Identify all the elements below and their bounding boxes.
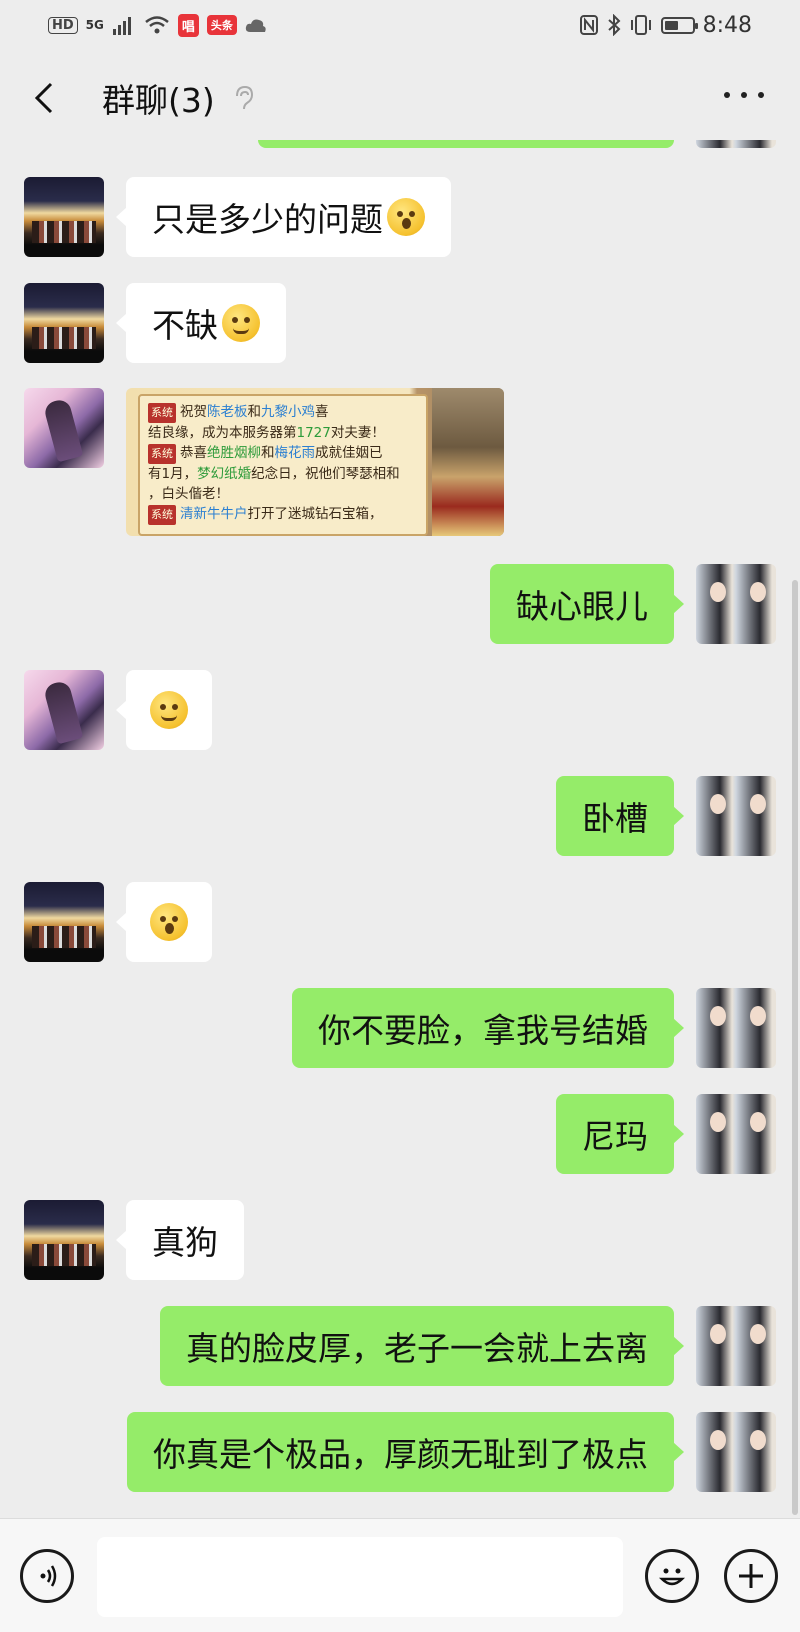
message-bubble[interactable]: 真狗 — [116, 1200, 244, 1280]
avatar[interactable] — [696, 1094, 776, 1174]
title-bar: 群聊(3) — [0, 50, 800, 145]
smirk-face-icon — [150, 691, 188, 729]
chevron-left-icon — [34, 82, 53, 113]
message-bubble[interactable]: 缺心眼儿 — [490, 564, 684, 644]
message-text: 真的脸皮厚，老子一会就上去离 — [186, 1329, 648, 1368]
scrollbar[interactable] — [792, 580, 798, 1515]
input-bar — [0, 1518, 800, 1632]
previous-message-bubble[interactable] — [258, 140, 674, 148]
message-text: 真狗 — [152, 1223, 218, 1262]
bluetooth-icon — [607, 14, 621, 36]
network-type: 5G — [85, 18, 104, 32]
signal-icon — [112, 17, 131, 35]
more-options-button[interactable] — [724, 80, 764, 110]
avatar[interactable] — [696, 776, 776, 856]
cloud-icon — [245, 19, 266, 32]
avatar[interactable] — [24, 670, 104, 750]
vibrate-icon — [630, 15, 651, 35]
message-bubble[interactable]: 尼玛 — [556, 1094, 684, 1174]
message-bubble[interactable] — [116, 882, 212, 962]
avatar[interactable] — [24, 388, 104, 468]
message-text: 卧槽 — [582, 799, 648, 838]
app-notification-icon: 唱 — [177, 13, 199, 37]
avatar[interactable] — [696, 140, 776, 148]
message-bubble[interactable] — [116, 670, 212, 750]
avatar[interactable] — [696, 1412, 776, 1492]
message-bubble[interactable]: 不缺 — [116, 283, 286, 363]
back-button[interactable] — [24, 78, 64, 118]
battery-icon — [660, 16, 698, 34]
nfc-icon — [579, 15, 598, 35]
more-actions-button[interactable] — [724, 1549, 778, 1603]
message-bubble[interactable]: 只是多少的问题 — [116, 177, 451, 257]
shocked-face-icon — [150, 903, 188, 941]
news-app-icon: 头条 — [206, 15, 237, 35]
message-text: 你不要脸，拿我号结婚 — [318, 1011, 648, 1050]
smile-face-icon — [222, 304, 260, 342]
message-text: 不缺 — [152, 306, 218, 345]
hd-indicator: HD — [48, 16, 78, 34]
message-bubble[interactable]: 你不要脸，拿我号结婚 — [292, 988, 684, 1068]
voice-icon — [40, 1565, 57, 1587]
message-bubble[interactable]: 真的脸皮厚，老子一会就上去离 — [160, 1306, 684, 1386]
avatar[interactable] — [696, 1306, 776, 1386]
chat-title: 群聊(3) — [102, 80, 215, 120]
status-bar: HD 5G 唱 头条 8:48 — [0, 0, 800, 50]
wifi-icon — [145, 16, 169, 34]
game-scene-image — [432, 388, 504, 536]
ear-icon — [235, 85, 253, 109]
avatar[interactable] — [24, 177, 104, 257]
avatar[interactable] — [24, 1200, 104, 1280]
message-list[interactable]: 只是多少的问题 不缺 系统 祝贺陈老板和九黎小鸡喜 结良缘，成为本服务器第1727… — [0, 140, 800, 1518]
plus-icon — [739, 1564, 763, 1588]
image-message[interactable]: 系统 祝贺陈老板和九黎小鸡喜 结良缘，成为本服务器第1727对夫妻！ 系统 恭喜绝胜… — [126, 388, 504, 536]
message-text: 尼玛 — [582, 1117, 648, 1156]
avatar[interactable] — [696, 564, 776, 644]
avatar[interactable] — [24, 283, 104, 363]
emoji-button[interactable] — [645, 1549, 699, 1603]
clock: 8:48 — [702, 12, 752, 38]
message-text: 你真是个极品，厚颜无耻到了极点 — [153, 1435, 648, 1474]
game-screenshot-panel: 系统 祝贺陈老板和九黎小鸡喜 结良缘，成为本服务器第1727对夫妻！ 系统 恭喜绝胜… — [138, 394, 428, 536]
message-text: 缺心眼儿 — [516, 587, 648, 626]
message-text: 只是多少的问题 — [152, 200, 383, 239]
smile-icon — [658, 1568, 686, 1586]
voice-button[interactable] — [20, 1549, 74, 1603]
avatar[interactable] — [696, 988, 776, 1068]
message-bubble[interactable]: 你真是个极品，厚颜无耻到了极点 — [127, 1412, 684, 1492]
message-bubble[interactable]: 卧槽 — [556, 776, 684, 856]
message-input[interactable] — [97, 1537, 623, 1617]
surprised-face-icon — [387, 198, 425, 236]
avatar[interactable] — [24, 882, 104, 962]
